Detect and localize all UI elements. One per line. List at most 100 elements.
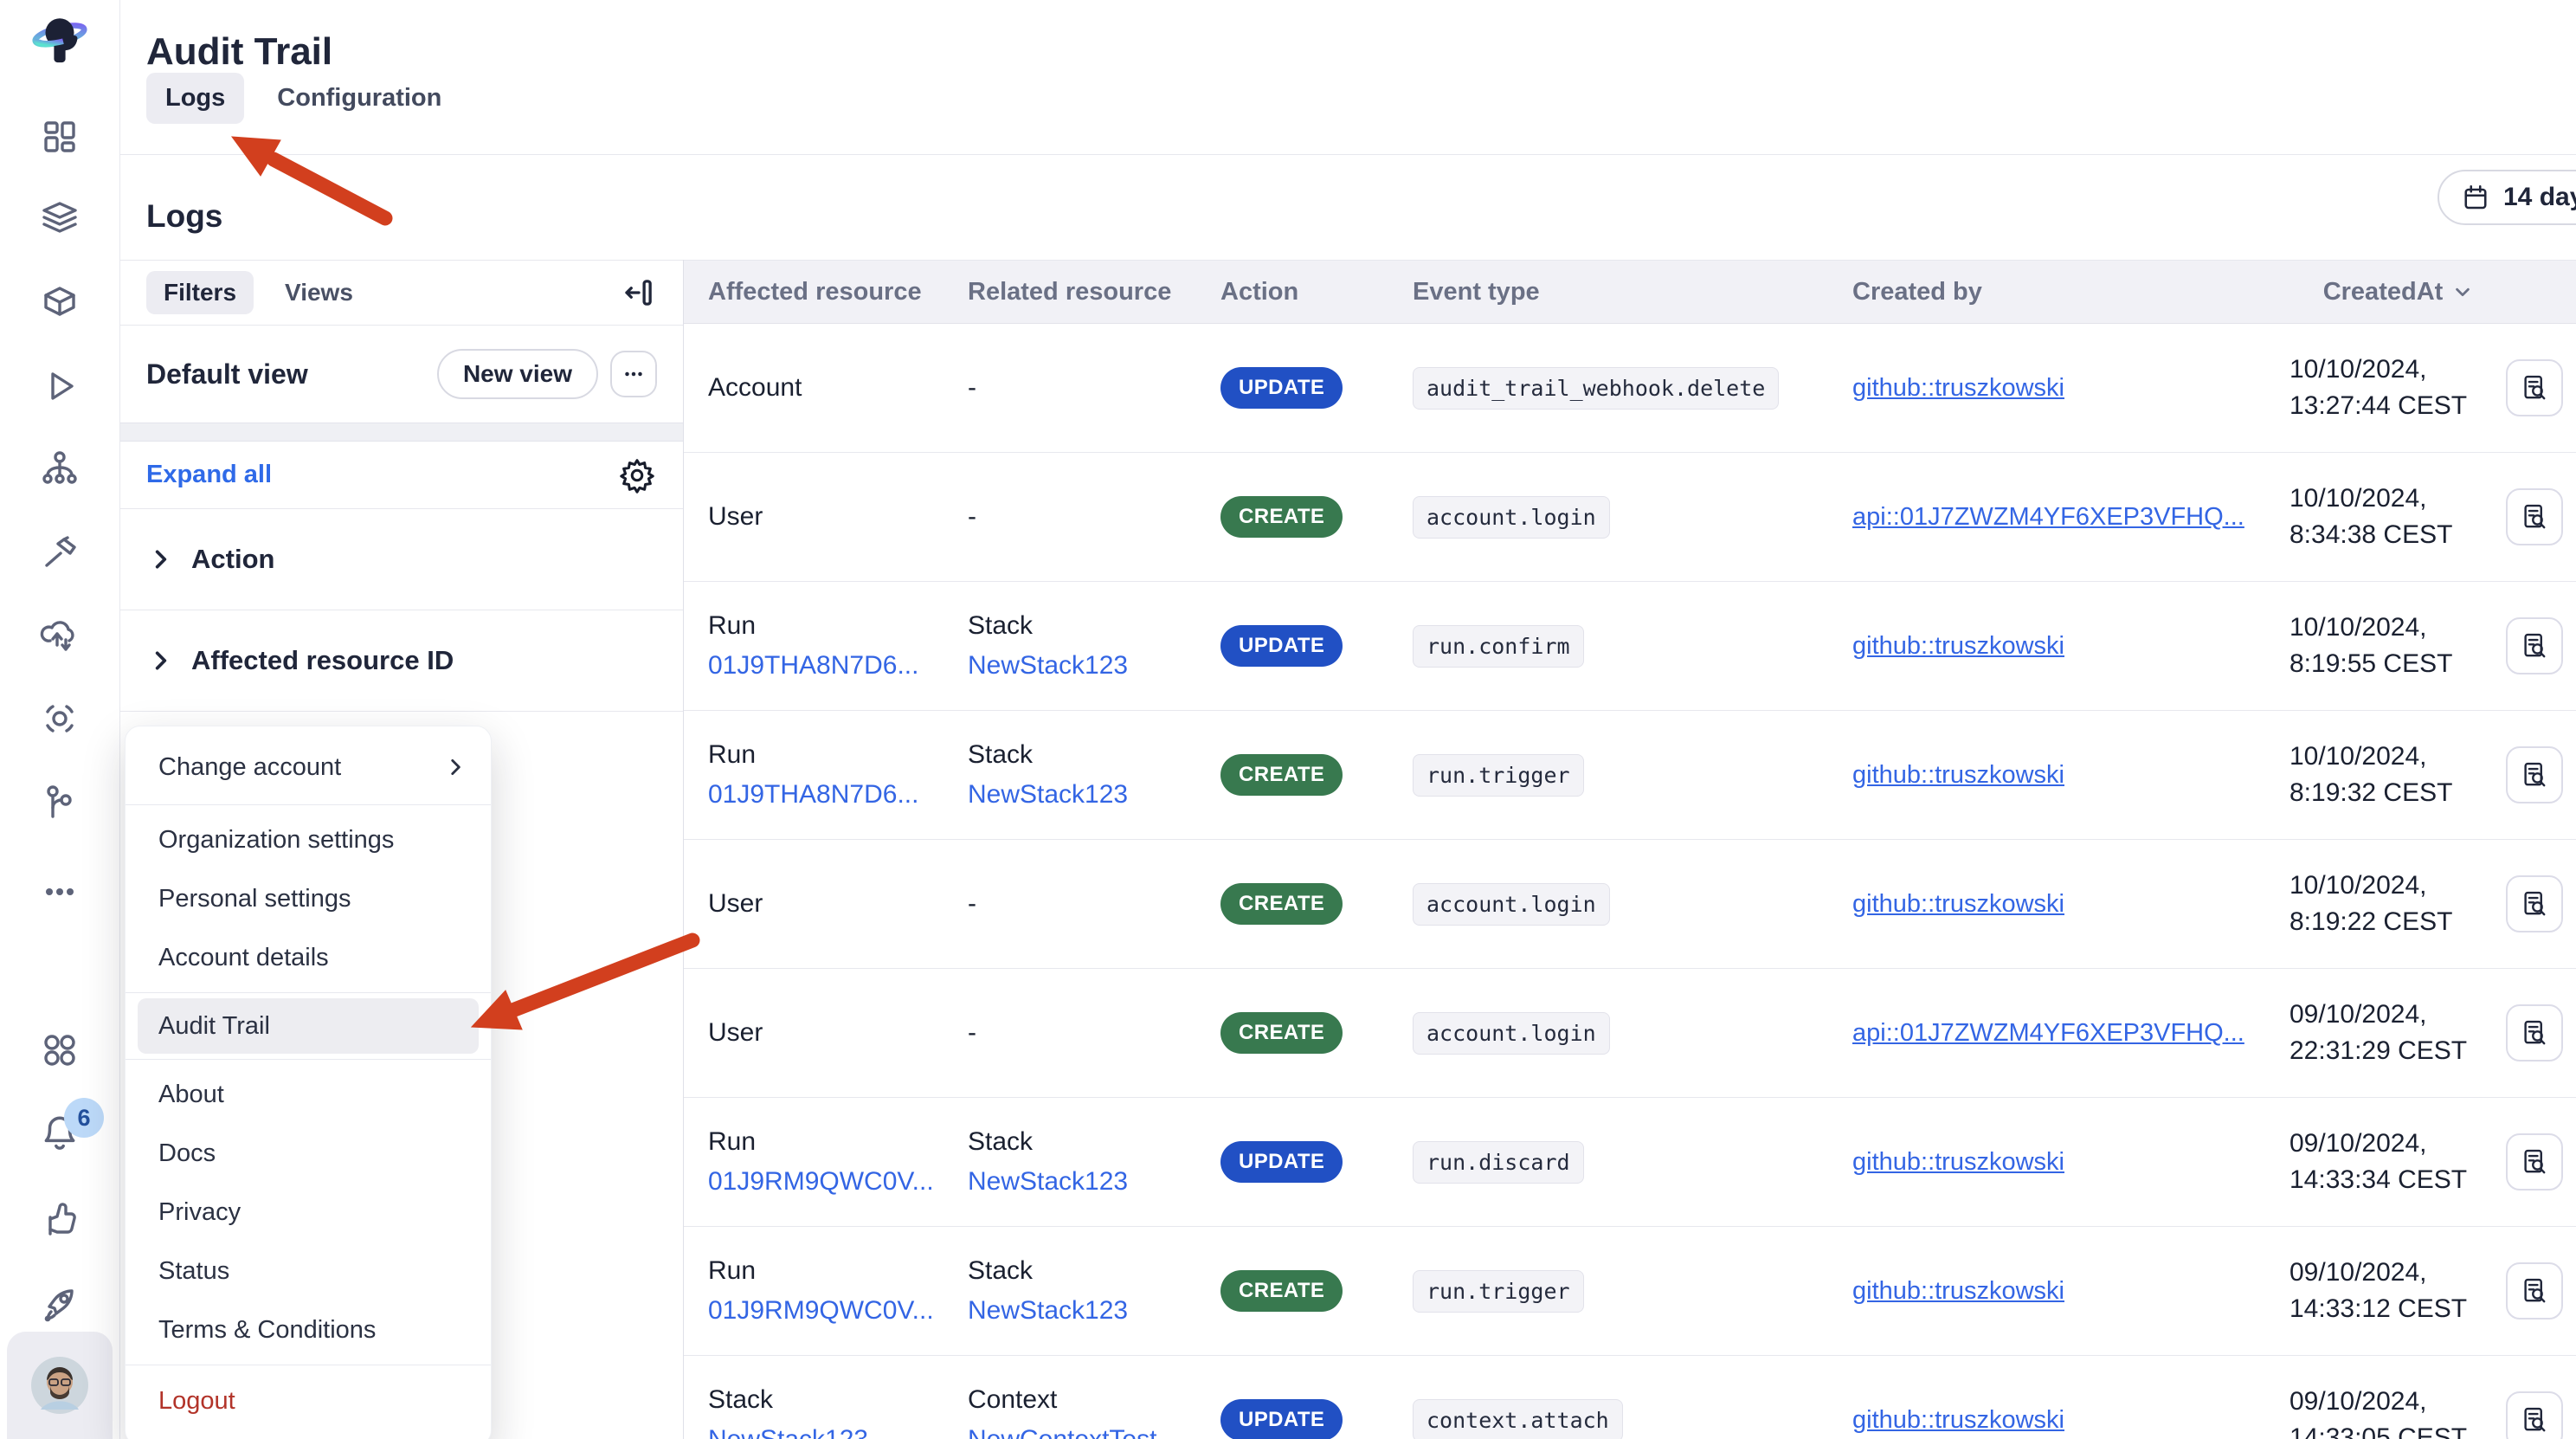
action-badge: CREATE [1220,1012,1343,1054]
view-details-button[interactable] [2506,359,2563,416]
table-row[interactable]: Account - UPDATE audit_trail_webhook.del… [684,324,2576,453]
tab-logs[interactable]: Logs [146,73,244,124]
view-details-button[interactable] [2506,617,2563,674]
created-by-link[interactable]: github::truszkowski [1852,1277,2289,1306]
launchpad-rocket-icon[interactable] [0,1282,119,1324]
time-line: 22:31:29 CEST [2289,1033,2506,1069]
filter-section-label: Affected resource ID [191,645,454,676]
table-row[interactable]: Run01J9RM9QWC0V... StackNewStack123 UPDA… [684,1098,2576,1227]
affected-resource-link[interactable]: 01J9RM9QWC0V... [708,1291,968,1331]
created-by-link[interactable]: github::truszkowski [1852,890,2289,919]
menu-item-docs[interactable]: Docs [126,1124,491,1183]
related-resource-link[interactable]: NewStack123 [968,1291,1220,1331]
view-details-button[interactable] [2506,488,2563,545]
related-resource-link[interactable]: NewStack123 [968,646,1220,686]
related-resource-link[interactable]: NewStack123 [968,775,1220,815]
action-badge: CREATE [1220,496,1343,538]
event-type-chip: run.trigger [1413,1270,1584,1313]
view-options-button[interactable] [610,351,657,397]
user-avatar[interactable] [7,1332,113,1439]
view-details-button[interactable] [2506,875,2563,932]
expand-all-link[interactable]: Expand all [146,461,272,489]
table-row[interactable]: User - CREATE account.login api::01J7ZWZ… [684,969,2576,1098]
core-icon[interactable] [0,698,119,739]
date-line: 10/10/2024, [2289,868,2506,904]
apps-icon[interactable] [0,1029,119,1071]
table-row[interactable]: Run01J9THA8N7D6... StackNewStack123 CREA… [684,711,2576,840]
created-by-link[interactable]: api::01J7ZWZM4YF6XEP3VFHQ... [1852,503,2289,532]
menu-item-change-account[interactable]: Change account [126,735,491,799]
stacks-icon[interactable] [0,197,119,239]
table-row[interactable]: Run01J9THA8N7D6... StackNewStack123 UPDA… [684,582,2576,711]
table-header: Affected resource Related resource Actio… [684,260,2576,324]
runs-icon[interactable] [0,365,119,407]
col-created-at-label: CreatedAt [2323,278,2444,307]
menu-item-label: Privacy [158,1198,241,1227]
menu-item-label: Account details [158,944,329,972]
table-row[interactable]: User - CREATE account.login api::01J7ZWZ… [684,453,2576,582]
tools-icon[interactable] [0,532,119,573]
collapse-panel-icon[interactable] [621,274,657,311]
view-details-button[interactable] [2506,746,2563,803]
action-badge: UPDATE [1220,1141,1343,1183]
feedback-thumbs-up-icon[interactable] [0,1199,119,1241]
created-by-link[interactable]: github::truszkowski [1852,761,2289,790]
menu-item-terms[interactable]: Terms & Conditions [126,1300,491,1359]
affected-resource-link[interactable]: 01J9RM9QWC0V... [708,1162,968,1202]
col-created-at[interactable]: CreatedAt [2289,278,2506,307]
related-resource-link[interactable]: NewStack123 [968,1162,1220,1202]
expand-all-row: Expand all [120,442,683,509]
date-range-button[interactable]: 14 days [2438,170,2576,225]
source-control-icon[interactable] [0,782,119,823]
table-row[interactable]: Run01J9RM9QWC0V... StackNewStack123 CREA… [684,1227,2576,1356]
action-badge: CREATE [1220,1270,1343,1312]
menu-item-label: Status [158,1257,229,1286]
affected-resource-link[interactable]: 01J9THA8N7D6... [708,775,968,815]
time-line: 8:19:55 CEST [2289,646,2506,682]
menu-item-privacy[interactable]: Privacy [126,1183,491,1242]
menu-item-logout[interactable]: Logout [126,1371,491,1431]
related-resource-link[interactable]: NewContextTest [968,1420,1220,1439]
created-by-link[interactable]: github::truszkowski [1852,632,2289,661]
sidebar: 6 [0,0,120,1439]
menu-item-audit-trail[interactable]: Audit Trail [138,998,479,1054]
affected-resource-link[interactable]: NewStack123 [708,1420,968,1439]
menu-item-account-details[interactable]: Account details [126,928,491,987]
menu-item-personal-settings[interactable]: Personal settings [126,869,491,928]
view-details-button[interactable] [2506,1262,2563,1320]
view-details-button[interactable] [2506,1133,2563,1191]
created-by-link[interactable]: github::truszkowski [1852,1148,2289,1177]
created-by-link[interactable]: api::01J7ZWZM4YF6XEP3VFHQ... [1852,1019,2289,1048]
view-details-button[interactable] [2506,1391,2563,1439]
menu-item-status[interactable]: Status [126,1242,491,1300]
tab-configuration[interactable]: Configuration [277,73,441,124]
time-line: 14:33:05 CEST [2289,1420,2506,1439]
view-row: Default view New view [120,326,683,423]
table-row[interactable]: User - CREATE account.login github::trus… [684,840,2576,969]
view-details-button[interactable] [2506,1004,2563,1062]
created-by-link[interactable]: github::truszkowski [1852,1406,2289,1435]
resources-icon[interactable] [0,448,119,489]
affected-resource-type: Run [708,1122,968,1162]
filter-section-action[interactable]: Action [120,509,683,610]
filter-section-affected-resource-id[interactable]: Affected resource ID [120,610,683,712]
worker-pools-icon[interactable] [0,614,119,655]
col-created-by: Created by [1852,278,2289,307]
menu-item-about[interactable]: About [126,1065,491,1124]
menu-item-organization-settings[interactable]: Organization settings [126,810,491,869]
dashboard-icon[interactable] [0,116,119,158]
affected-resource-link[interactable]: 01J9THA8N7D6... [708,646,968,686]
new-view-button[interactable]: New view [437,349,598,399]
filter-settings-gear-icon[interactable] [617,455,657,495]
more-icon[interactable] [0,871,119,913]
table-row[interactable]: StackNewStack123 ContextNewContextTest U… [684,1356,2576,1439]
blueprints-icon[interactable] [0,281,119,322]
tab-views[interactable]: Views [285,279,353,307]
spacelift-logo-icon[interactable] [0,12,119,69]
created-by-link[interactable]: github::truszkowski [1852,374,2289,403]
related-resource-type: - [968,1013,1220,1053]
tab-filters[interactable]: Filters [146,271,254,314]
date-line: 09/10/2024, [2289,1126,2506,1162]
menu-item-label: Logout [158,1387,235,1416]
time-line: 8:19:32 CEST [2289,775,2506,811]
